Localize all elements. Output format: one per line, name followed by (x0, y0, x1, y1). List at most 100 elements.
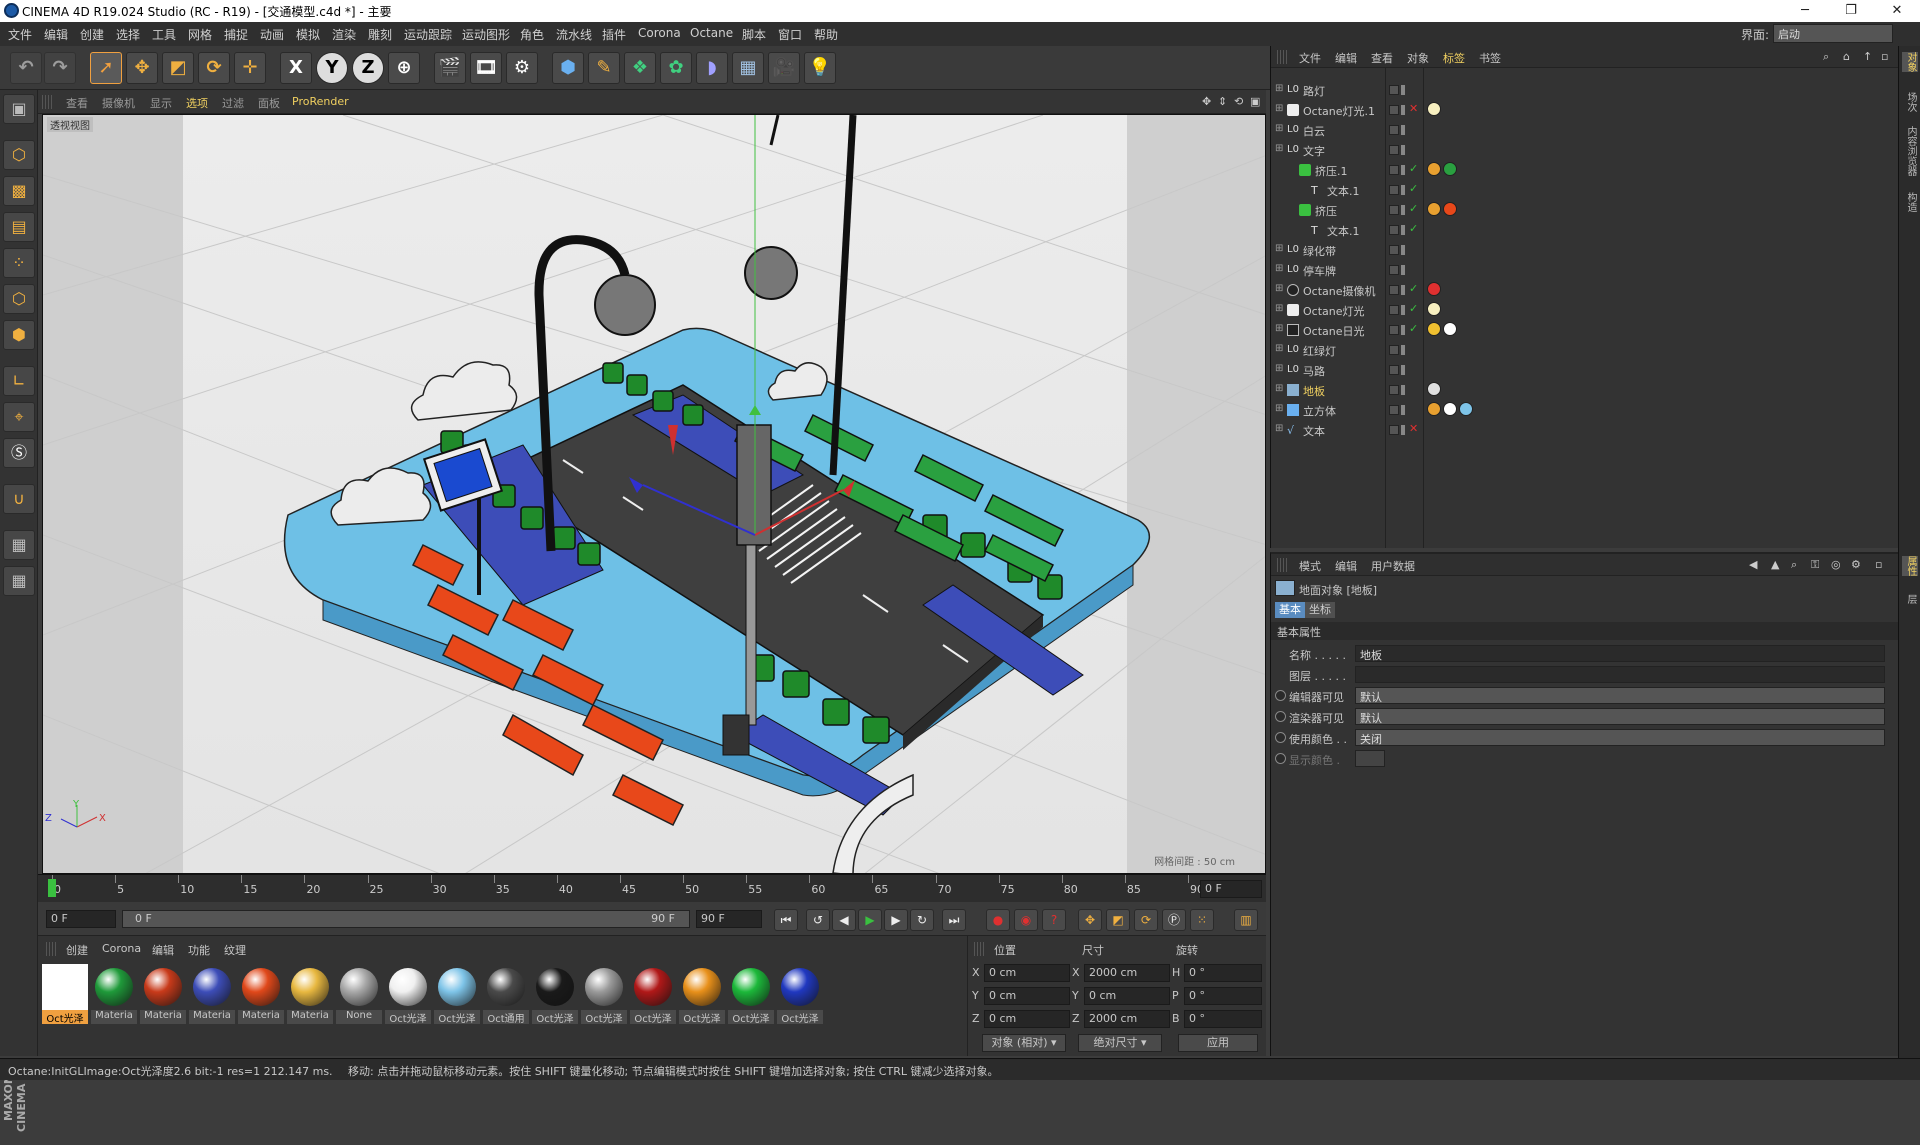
viewport-menu-panel[interactable]: 面板 (258, 95, 280, 111)
expand-toggle-icon[interactable]: ⊞ (1275, 363, 1283, 374)
expand-toggle-icon[interactable]: ⊞ (1275, 123, 1283, 134)
object-visibility-flags[interactable]: ✕ (1387, 422, 1423, 437)
current-frame-marker[interactable] (48, 879, 56, 897)
recent-tool-button[interactable]: ✛ (234, 52, 266, 84)
animate-radio-icon[interactable] (1275, 732, 1286, 743)
visibility-dots-icon[interactable] (1401, 425, 1405, 435)
layer-flag-icon[interactable] (1389, 125, 1399, 135)
attr-field[interactable]: 地板 (1355, 645, 1885, 662)
layer-flag-icon[interactable] (1389, 205, 1399, 215)
end-frame-field[interactable]: 90 F (696, 910, 762, 928)
key-parameter-button[interactable]: Ⓟ (1162, 909, 1186, 931)
object-visibility-flags[interactable] (1387, 83, 1423, 97)
object-visibility-flags[interactable] (1387, 143, 1423, 157)
strip-tab-layers[interactable]: 层 (1902, 594, 1918, 604)
key-rotation-button[interactable]: ⟳ (1134, 909, 1158, 931)
attr-tab-coord[interactable]: 坐标 (1305, 602, 1335, 618)
strip-tab-takes[interactable]: 场次 (1902, 92, 1918, 112)
visibility-dots-icon[interactable] (1401, 405, 1405, 415)
layer-flag-icon[interactable] (1389, 225, 1399, 235)
attr-field[interactable]: 默认 (1355, 687, 1885, 704)
am-back-icon[interactable]: ◀ (1749, 558, 1757, 571)
visibility-dots-icon[interactable] (1401, 285, 1405, 295)
expand-toggle-icon[interactable]: ⊞ (1275, 303, 1283, 314)
layer-flag-icon[interactable] (1389, 185, 1399, 195)
rotation-field[interactable]: 0 ° (1184, 987, 1262, 1005)
menu-tools[interactable]: 工具 (152, 26, 176, 43)
material-swatch[interactable]: Oct光泽 (728, 964, 774, 1028)
menu-corona[interactable]: Corona (638, 26, 681, 40)
light-button[interactable]: 💡 (804, 52, 836, 84)
layer-flag-icon[interactable] (1389, 265, 1399, 275)
material-swatch[interactable]: Oct通用 (483, 964, 529, 1028)
om-home-icon[interactable]: ⌂ (1843, 50, 1850, 63)
menu-edit[interactable]: 编辑 (44, 26, 68, 43)
material-menu-create[interactable]: 创建 (66, 942, 88, 958)
om-menu-objects[interactable]: 对象 (1407, 50, 1429, 66)
object-visibility-flags[interactable]: ✓ (1387, 202, 1423, 217)
enabled-check-icon[interactable]: ✓ (1409, 162, 1418, 175)
apply-button[interactable]: 应用 (1178, 1034, 1258, 1052)
position-field[interactable]: 0 cm (984, 964, 1070, 982)
viewport-menu-display[interactable]: 显示 (150, 95, 172, 111)
next-frame-button[interactable]: ▶ (884, 909, 908, 931)
previous-key-button[interactable]: ↺ (806, 909, 830, 931)
layer-flag-icon[interactable] (1389, 245, 1399, 255)
expand-toggle-icon[interactable]: ⊞ (1275, 103, 1283, 114)
planar-workplane-button[interactable]: ▦ (3, 566, 35, 596)
expand-toggle-icon[interactable]: ⊞ (1275, 283, 1283, 294)
key-scale-button[interactable]: ◩ (1106, 909, 1130, 931)
cube-primitive-button[interactable]: ⬢ (552, 52, 584, 84)
size-field[interactable]: 2000 cm (1084, 964, 1170, 982)
tag-icon[interactable] (1443, 322, 1457, 336)
menu-octane[interactable]: Octane (690, 26, 733, 40)
visibility-dots-icon[interactable] (1401, 105, 1405, 115)
panel-grip[interactable] (42, 95, 52, 109)
object-visibility-flags[interactable] (1387, 243, 1423, 257)
expand-toggle-icon[interactable]: ⊞ (1275, 323, 1283, 334)
pen-spline-button[interactable]: ✎ (588, 52, 620, 84)
animate-radio-icon[interactable] (1275, 690, 1286, 701)
enabled-check-icon[interactable]: ✓ (1409, 222, 1418, 235)
om-menu-bookmarks[interactable]: 书签 (1479, 50, 1501, 66)
tag-icon[interactable] (1443, 162, 1457, 176)
expand-toggle-icon[interactable]: ⊞ (1275, 143, 1283, 154)
am-target-icon[interactable]: ◎ (1831, 558, 1841, 571)
coordinate-system-button[interactable]: ⊕ (388, 52, 420, 84)
menu-motion-tracking[interactable]: 运动跟踪 (404, 26, 452, 43)
enabled-check-icon[interactable]: ✓ (1409, 202, 1418, 215)
object-visibility-flags[interactable] (1387, 343, 1423, 357)
menu-sculpt[interactable]: 雕刻 (368, 26, 392, 43)
object-row[interactable]: ⊞ Octane灯光.1 ✕ (1271, 100, 1899, 120)
viewport-nav-rotate-icon[interactable]: ⟲ (1234, 95, 1243, 108)
enabled-check-icon[interactable]: ✓ (1409, 282, 1418, 295)
am-lock-icon[interactable]: ⚿ (1811, 558, 1819, 572)
panel-grip[interactable] (1277, 558, 1287, 572)
strip-tab-content-browser[interactable]: 内容浏览器 (1902, 126, 1918, 176)
layer-flag-icon[interactable] (1389, 165, 1399, 175)
expand-toggle-icon[interactable]: ⊞ (1275, 243, 1283, 254)
om-new-window-icon[interactable]: ▫ (1881, 50, 1888, 63)
object-row[interactable]: ⊞ Octane灯光 ✓ (1271, 300, 1899, 320)
render-picture-viewer-button[interactable]: 🎞 (470, 52, 502, 84)
menu-select[interactable]: 选择 (116, 26, 140, 43)
layer-flag-icon[interactable] (1389, 325, 1399, 335)
am-menu-mode[interactable]: 模式 (1299, 558, 1321, 574)
visibility-dots-icon[interactable] (1401, 245, 1405, 255)
strip-tab-attributes[interactable]: 属性 (1902, 556, 1918, 576)
object-row[interactable]: ⊞ √ 文本 ✕ (1271, 420, 1899, 440)
expand-toggle-icon[interactable]: ⊞ (1275, 423, 1283, 434)
object-row[interactable]: T 文本.1 ✓ (1271, 180, 1899, 200)
3d-viewport[interactable]: 透视视图 Z Y X 网格间距 : 50 cm (42, 114, 1266, 874)
tag-icon[interactable] (1427, 322, 1441, 336)
scale-button[interactable]: ◩ (162, 52, 194, 84)
size-field[interactable]: 0 cm (1084, 987, 1170, 1005)
tag-icon[interactable] (1459, 402, 1473, 416)
x-axis-button[interactable]: X (280, 52, 312, 84)
viewport-menu-options[interactable]: 选项 (186, 95, 208, 111)
enabled-check-icon[interactable]: ✓ (1409, 322, 1418, 335)
move-button[interactable]: ✥ (126, 52, 158, 84)
menu-help[interactable]: 帮助 (814, 26, 838, 43)
keyframe-selection-button[interactable]: ? (1042, 909, 1066, 931)
object-row[interactable]: 挤压.1 ✓ (1271, 160, 1899, 180)
